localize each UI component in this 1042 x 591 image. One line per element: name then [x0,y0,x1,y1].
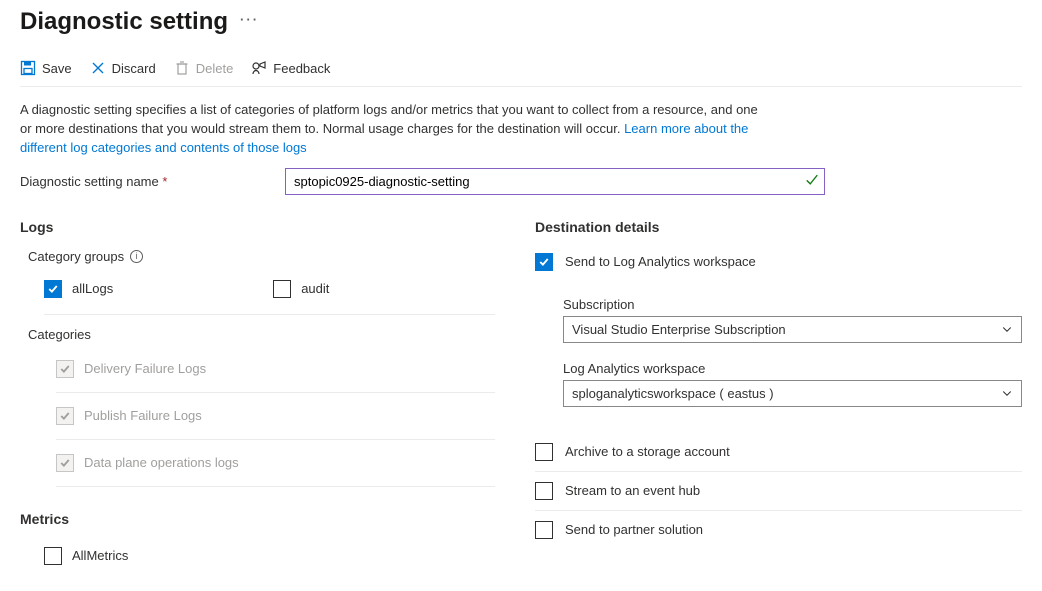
audit-label: audit [301,281,329,296]
publish-failure-checkbox [56,407,74,425]
trash-icon [174,60,190,76]
save-label: Save [42,61,72,76]
save-button[interactable]: Save [20,60,72,76]
publish-failure-label: Publish Failure Logs [84,408,202,423]
more-menu-icon[interactable]: ··· [240,12,259,33]
feedback-icon [251,60,267,76]
metrics-heading: Metrics [20,511,495,527]
category-groups-label: Category groups [28,249,124,264]
delete-button: Delete [174,60,234,76]
workspace-select[interactable]: sploganalyticsworkspace ( eastus ) [563,380,1022,407]
save-icon [20,60,36,76]
send-log-analytics-label: Send to Log Analytics workspace [565,254,756,269]
stream-eventhub-label: Stream to an event hub [565,483,700,498]
workspace-value: sploganalyticsworkspace ( eastus ) [572,386,774,401]
alllogs-checkbox[interactable] [44,280,62,298]
toolbar: Save Discard Delete Feedback [20,54,1022,87]
chevron-down-icon [1001,323,1013,335]
description-text: A diagnostic setting specifies a list of… [20,101,760,158]
chevron-down-icon [1001,387,1013,399]
stream-eventhub-checkbox[interactable] [535,482,553,500]
subscription-value: Visual Studio Enterprise Subscription [572,322,786,337]
archive-storage-label: Archive to a storage account [565,444,730,459]
subscription-select[interactable]: Visual Studio Enterprise Subscription [563,316,1022,343]
close-icon [90,60,106,76]
logs-heading: Logs [20,219,495,235]
data-plane-checkbox [56,454,74,472]
destination-heading: Destination details [535,219,1022,235]
discard-label: Discard [112,61,156,76]
setting-name-input[interactable] [285,168,825,195]
check-icon [805,173,819,190]
send-log-analytics-checkbox[interactable] [535,253,553,271]
partner-solution-label: Send to partner solution [565,522,703,537]
discard-button[interactable]: Discard [90,60,156,76]
data-plane-label: Data plane operations logs [84,455,239,470]
delete-label: Delete [196,61,234,76]
subscription-label: Subscription [563,297,1022,312]
feedback-button[interactable]: Feedback [251,60,330,76]
workspace-label: Log Analytics workspace [563,361,1022,376]
audit-checkbox[interactable] [273,280,291,298]
delivery-failure-checkbox [56,360,74,378]
setting-name-label: Diagnostic setting name * [20,174,285,189]
page-title: Diagnostic setting [20,8,228,36]
categories-label: Categories [20,327,495,342]
archive-storage-checkbox[interactable] [535,443,553,461]
feedback-label: Feedback [273,61,330,76]
partner-solution-checkbox[interactable] [535,521,553,539]
alllogs-label: allLogs [72,281,113,296]
delivery-failure-label: Delivery Failure Logs [84,361,206,376]
allmetrics-checkbox[interactable] [44,547,62,565]
info-icon[interactable]: i [130,250,143,263]
allmetrics-label: AllMetrics [72,548,128,563]
